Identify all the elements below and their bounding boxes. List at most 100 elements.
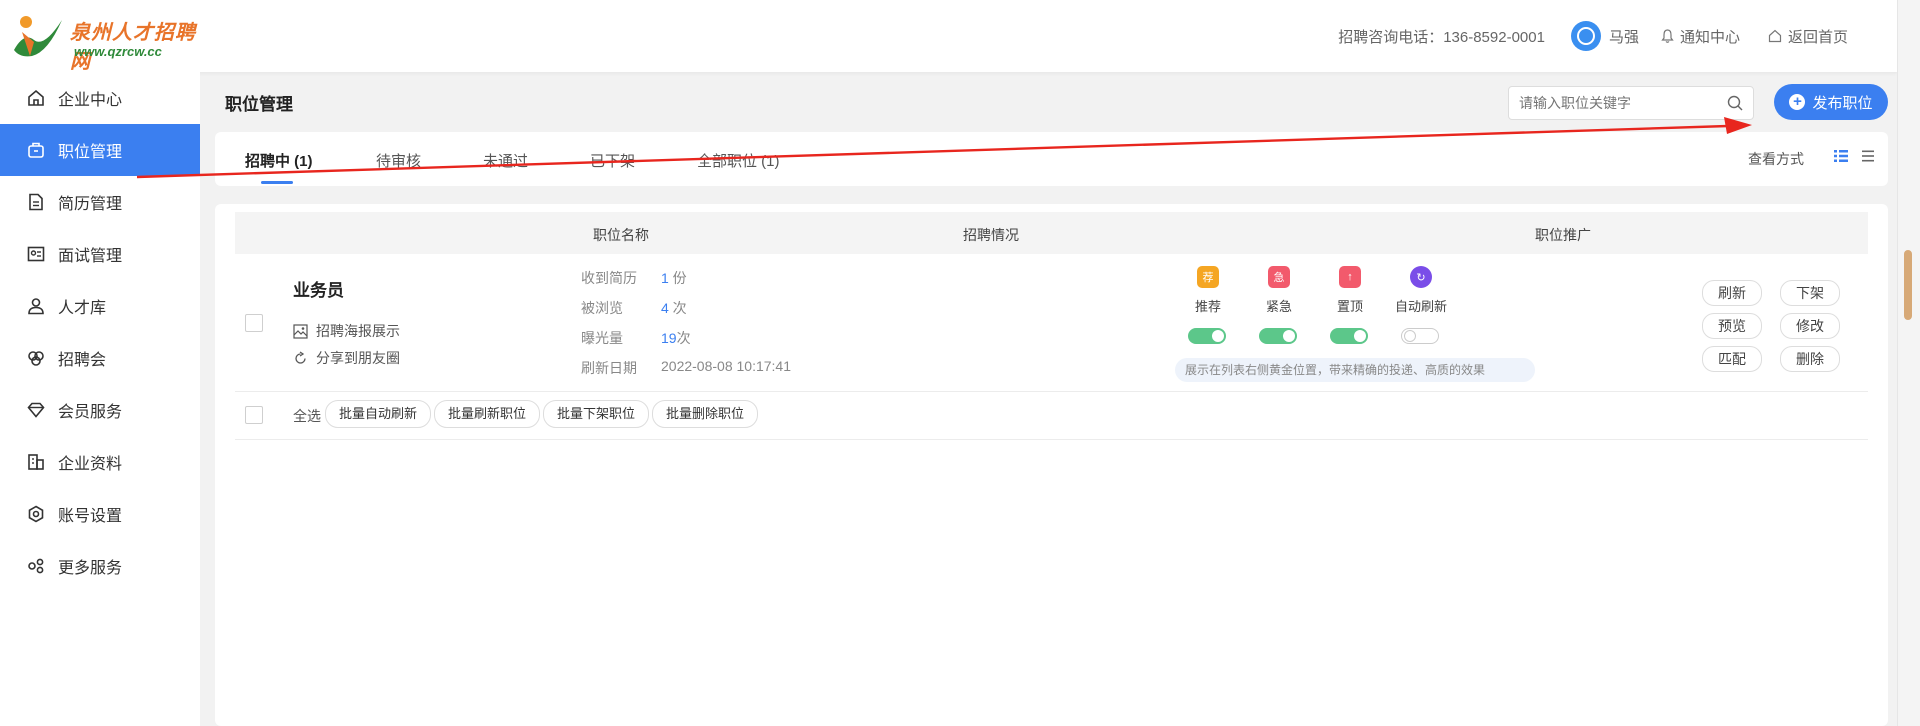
promo-label: 置顶 [1336, 299, 1363, 314]
notification-center-link[interactable]: 通知中心 [1661, 26, 1740, 47]
publish-job-label: 发布职位 [1812, 94, 1873, 112]
take-offline-button[interactable]: 下架 [1780, 280, 1840, 306]
sidebar-item-label: 简历管理 [58, 196, 123, 213]
job-table: 职位名称 招聘情况 职位推广 操作 业务员 招聘海报展示 分享到朋友圈 收到简历… [215, 204, 1888, 726]
tab-recruiting[interactable]: 招聘中 (1) [245, 150, 313, 171]
briefcase-icon [28, 142, 44, 158]
batch-delete-button[interactable]: 批量删除职位 [652, 400, 759, 428]
auto-refresh-toggle[interactable] [1401, 328, 1439, 344]
row-checkbox[interactable] [245, 314, 263, 332]
back-home-label: 返回首页 [1787, 28, 1848, 46]
tab-all-jobs[interactable]: 全部职位 (1) [697, 150, 780, 171]
gear-icon [28, 505, 44, 523]
pin-top-icon: ↑ [1339, 266, 1361, 288]
share-link-label: 分享到朋友圈 [316, 350, 400, 366]
sidebar-item-member-services[interactable]: 会员服务 [0, 384, 200, 436]
urgent-toggle[interactable] [1259, 328, 1297, 344]
stat-value-views: 4 次 [661, 300, 687, 316]
share-link[interactable]: 分享到朋友圈 [293, 348, 400, 368]
preview-button[interactable]: 预览 [1702, 313, 1762, 339]
publish-job-button[interactable]: + 发布职位 [1774, 84, 1888, 120]
urgent-icon: 急 [1268, 266, 1290, 288]
sidebar-item-label: 企业资料 [58, 456, 123, 473]
sidebar-item-label: 人才库 [58, 300, 107, 317]
select-all-label[interactable]: 全选 [293, 406, 321, 426]
delete-button[interactable]: 删除 [1780, 346, 1840, 372]
promo-urgent: 急 紧急 [1249, 266, 1309, 315]
table-header: 职位名称 招聘情况 职位推广 操作 [235, 212, 1868, 254]
promotion-tip: 展示在列表右侧黄金位置，带来精确的投递、高质的效果 [1175, 358, 1535, 382]
sidebar-item-job-management[interactable]: 职位管理 [0, 124, 200, 176]
promo-auto-refresh: ↻ 自动刷新 [1391, 266, 1451, 315]
view-mode-label: 查看方式 [1748, 151, 1804, 167]
page-title: 职位管理 [225, 95, 293, 114]
detail-list-view-icon[interactable] [1834, 150, 1848, 162]
sidebar-item-label: 面试管理 [58, 248, 123, 265]
sidebar-item-job-fair[interactable]: 招聘会 [0, 332, 200, 384]
match-button[interactable]: 匹配 [1702, 346, 1762, 372]
sidebar-item-interview-management[interactable]: 面试管理 [0, 228, 200, 280]
pin-top-toggle[interactable] [1330, 328, 1368, 344]
sidebar-item-label: 更多服务 [58, 560, 123, 577]
back-home-link[interactable]: 返回首页 [1768, 26, 1848, 47]
poster-link[interactable]: 招聘海报展示 [293, 321, 400, 341]
search-input[interactable] [1509, 87, 1721, 119]
recommend-icon: 荐 [1197, 266, 1219, 288]
top-bar: 泉州人才招聘网 www.qzrcw.cc 招聘咨询电话：136-8592-000… [0, 0, 1898, 73]
person-icon [28, 298, 44, 315]
row-divider [235, 391, 1868, 392]
id-card-icon [27, 246, 45, 262]
promo-recommend: 荐 推荐 [1178, 266, 1238, 315]
site-logo[interactable]: 泉州人才招聘网 www.qzrcw.cc [12, 12, 202, 73]
username: 马强 [1608, 28, 1639, 46]
promo-label: 自动刷新 [1394, 299, 1447, 314]
sidebar-item-account-settings[interactable]: 账号设置 [0, 488, 200, 540]
user-menu[interactable]: 马强 [1570, 21, 1639, 51]
column-header: 职位推广 [1535, 227, 1591, 243]
hotline-text: 招聘咨询电话：136-8592-0001 [1338, 28, 1545, 46]
row-divider [235, 439, 1868, 440]
plus-icon: + [1789, 94, 1806, 110]
column-header: 招聘情况 [963, 227, 1019, 243]
stat-value-resumes: 1 份 [661, 270, 687, 286]
promo-label: 紧急 [1265, 299, 1292, 314]
sidebar-item-label: 招聘会 [58, 352, 107, 369]
tab-pending-review[interactable]: 待审核 [376, 150, 421, 171]
sidebar-item-talent-pool[interactable]: 人才库 [0, 280, 200, 332]
sidebar-item-resume-management[interactable]: 简历管理 [0, 176, 200, 228]
share-icon [295, 350, 306, 364]
avatar [1570, 21, 1601, 51]
edit-button[interactable]: 修改 [1780, 313, 1840, 339]
batch-auto-refresh-button[interactable]: 批量自动刷新 [325, 400, 432, 428]
page-scrollbar[interactable] [1897, 0, 1920, 726]
sidebar-item-company-profile[interactable]: 企业资料 [0, 436, 200, 488]
fair-icon [28, 351, 44, 366]
sidebar-item-label: 职位管理 [58, 144, 123, 161]
stat-value-refresh-date: 2022-08-08 10:17:41 [661, 358, 791, 374]
job-title[interactable]: 业务员 [293, 276, 344, 301]
notification-label: 通知中心 [1679, 28, 1740, 46]
active-tab-indicator [261, 181, 293, 184]
job-status-tabs: 招聘中 (1) 待审核 未通过 已下架 全部职位 (1) 查看方式 [215, 132, 1888, 186]
tab-rejected[interactable]: 未通过 [483, 150, 528, 171]
select-all-checkbox[interactable] [245, 406, 263, 424]
logo-url-text: www.qzrcw.cc [74, 44, 162, 59]
auto-refresh-icon: ↻ [1410, 266, 1432, 288]
stat-value-exposure: 19次 [661, 330, 691, 346]
building-icon [28, 454, 44, 470]
sidebar-item-enterprise-center[interactable]: 企业中心 [0, 72, 200, 124]
job-search [1508, 86, 1754, 120]
promo-label: 推荐 [1194, 299, 1221, 314]
sidebar-item-label: 企业中心 [58, 92, 123, 109]
scrollbar-thumb[interactable] [1904, 250, 1912, 320]
more-services-icon [28, 558, 44, 574]
recommend-toggle[interactable] [1188, 328, 1226, 344]
compact-list-view-icon[interactable] [1862, 150, 1874, 162]
search-icon[interactable] [1727, 95, 1743, 111]
refresh-button[interactable]: 刷新 [1702, 280, 1762, 306]
sidebar-item-more-services[interactable]: 更多服务 [0, 540, 200, 592]
batch-refresh-button[interactable]: 批量刷新职位 [434, 400, 541, 428]
tab-offline[interactable]: 已下架 [590, 150, 635, 171]
batch-offline-button[interactable]: 批量下架职位 [543, 400, 650, 428]
home-icon [28, 89, 44, 106]
